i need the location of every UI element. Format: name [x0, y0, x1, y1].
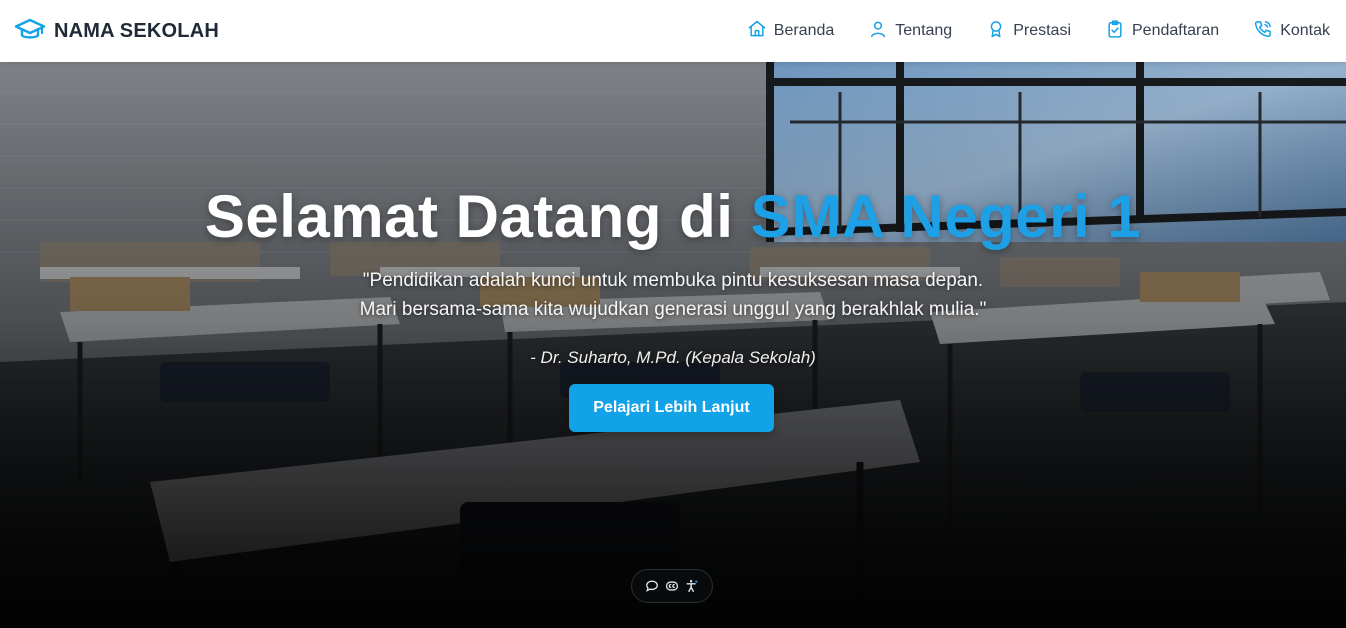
- hero-section: Selamat Datang di SMA Negeri 1 "Pendidik…: [0, 62, 1346, 628]
- floating-toolbar: [631, 569, 713, 603]
- brand-logo-link[interactable]: NAMA SEKOLAH: [14, 17, 219, 46]
- nav-item-tentang[interactable]: Tentang: [868, 19, 952, 44]
- learn-more-button[interactable]: Pelajari Lebih Lanjut: [569, 384, 774, 432]
- clipboard-check-icon: [1105, 19, 1125, 44]
- hero-quote-line-1: "Pendidikan adalah kunci untuk membuka p…: [362, 270, 984, 291]
- closed-captions-icon[interactable]: [664, 578, 680, 594]
- hero-title: Selamat Datang di SMA Negeri 1: [0, 182, 1346, 251]
- hero-overlay: [0, 62, 1346, 628]
- accessibility-icon[interactable]: [684, 578, 700, 594]
- chat-bubble-icon[interactable]: [644, 578, 660, 594]
- nav-item-pendaftaran[interactable]: Pendaftaran: [1105, 19, 1219, 44]
- nav-label-pendaftaran: Pendaftaran: [1132, 22, 1220, 39]
- main-nav: Beranda Tentang Prestasi Pendaftaran Kon…: [747, 19, 1330, 44]
- nav-item-beranda[interactable]: Beranda: [747, 19, 835, 44]
- navbar: NAMA SEKOLAH Beranda Tentang Prestasi Pe…: [0, 0, 1346, 62]
- nav-item-kontak[interactable]: Kontak: [1253, 19, 1330, 44]
- hero-title-prefix: Selamat Datang di: [204, 183, 734, 250]
- brand-name: NAMA SEKOLAH: [54, 19, 219, 42]
- hero-quote-line-2: Mari bersama-sama kita wujudkan generasi…: [359, 299, 987, 320]
- nav-item-prestasi[interactable]: Prestasi: [986, 19, 1071, 44]
- user-icon: [868, 19, 888, 44]
- home-icon: [747, 19, 767, 44]
- nav-label-prestasi: Prestasi: [1013, 22, 1071, 39]
- hero-title-accent: SMA Negeri 1: [750, 183, 1142, 250]
- nav-label-beranda: Beranda: [773, 22, 835, 39]
- hero-quote-author: - Dr. Suharto, M.Pd. (Kepala Sekolah): [530, 348, 816, 367]
- nav-label-kontak: Kontak: [1280, 22, 1330, 39]
- graduation-cap-icon: [14, 17, 46, 46]
- hero-quote: "Pendidikan adalah kunci untuk membuka p…: [0, 266, 1346, 324]
- phone-icon: [1253, 19, 1273, 44]
- nav-label-tentang: Tentang: [895, 22, 953, 39]
- award-icon: [986, 19, 1006, 44]
